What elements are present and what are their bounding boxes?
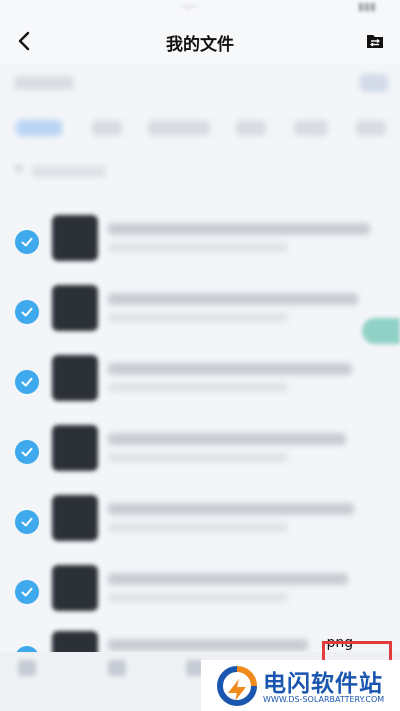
check-icon [21, 237, 33, 247]
file-row[interactable] [0, 279, 400, 349]
check-icon [21, 517, 33, 527]
filter-tabs-blurred [0, 112, 400, 146]
tab-blurred[interactable] [148, 120, 210, 136]
checkbox-checked[interactable] [15, 370, 39, 394]
watermark-logo-icon [217, 666, 257, 706]
check-icon [21, 447, 33, 457]
file-meta-blurred [108, 243, 288, 252]
file-meta-blurred [108, 313, 288, 322]
file-name-blurred [108, 433, 346, 445]
status-bar: ··:·· ▮▮▮ [0, 0, 400, 18]
file-thumbnail [52, 285, 98, 331]
file-row[interactable] [0, 209, 400, 279]
search-placeholder-blurred [14, 76, 74, 90]
checkbox-checked[interactable] [15, 440, 39, 464]
file-thumbnail [52, 425, 98, 471]
file-meta-blurred [108, 523, 288, 532]
checkbox-checked[interactable] [15, 230, 39, 254]
floating-side-button-blurred[interactable] [362, 318, 400, 344]
file-name-blurred [108, 503, 354, 515]
file-thumbnail [52, 355, 98, 401]
watermark-url: WWW.DS-SOLARBATTERY.COM [263, 695, 385, 704]
bottom-action-icon-blurred[interactable] [108, 660, 126, 676]
tab-blurred[interactable] [356, 120, 386, 136]
page-title: 我的文件 [166, 35, 234, 55]
file-name-blurred [108, 639, 308, 651]
tab-active-blurred[interactable] [16, 120, 62, 136]
file-thumbnail [52, 565, 98, 611]
file-name-blurred [108, 223, 370, 235]
status-icons-blurred: ▮▮▮ [357, 0, 376, 13]
check-icon [21, 587, 33, 597]
caret-down-icon [14, 166, 24, 173]
file-row[interactable] [0, 419, 400, 489]
file-meta-blurred [108, 453, 288, 462]
group-header-blurred[interactable] [14, 164, 134, 180]
file-meta-blurred [108, 383, 288, 392]
checkbox-checked[interactable] [15, 510, 39, 534]
tab-blurred[interactable] [294, 120, 328, 136]
group-label-blurred [32, 166, 106, 177]
tab-blurred[interactable] [92, 120, 122, 136]
transfer-list-button[interactable] [362, 28, 388, 54]
status-time-blurred: ··:·· [180, 0, 198, 13]
file-thumbnail [52, 215, 98, 261]
file-name-blurred [108, 363, 352, 375]
file-row[interactable] [0, 349, 400, 419]
file-row[interactable] [0, 489, 400, 559]
search-action-blurred[interactable] [360, 74, 388, 92]
file-name-blurred [108, 573, 348, 585]
search-row-blurred[interactable] [0, 68, 400, 104]
file-meta-blurred [108, 593, 288, 602]
file-thumbnail [52, 495, 98, 541]
file-row[interactable] [0, 559, 400, 629]
checkbox-checked[interactable] [15, 300, 39, 324]
transfer-list-icon [367, 35, 383, 48]
tab-blurred[interactable] [236, 120, 266, 136]
file-name-blurred [108, 293, 358, 305]
watermark-title: 电闪软件站 [263, 671, 383, 697]
bottom-action-icon-blurred[interactable] [18, 660, 36, 676]
checkbox-checked[interactable] [15, 580, 39, 604]
check-icon [21, 307, 33, 317]
watermark: 电闪软件站 WWW.DS-SOLARBATTERY.COM [201, 660, 400, 711]
top-nav-bar: 我的文件 [0, 18, 400, 64]
check-icon [21, 377, 33, 387]
